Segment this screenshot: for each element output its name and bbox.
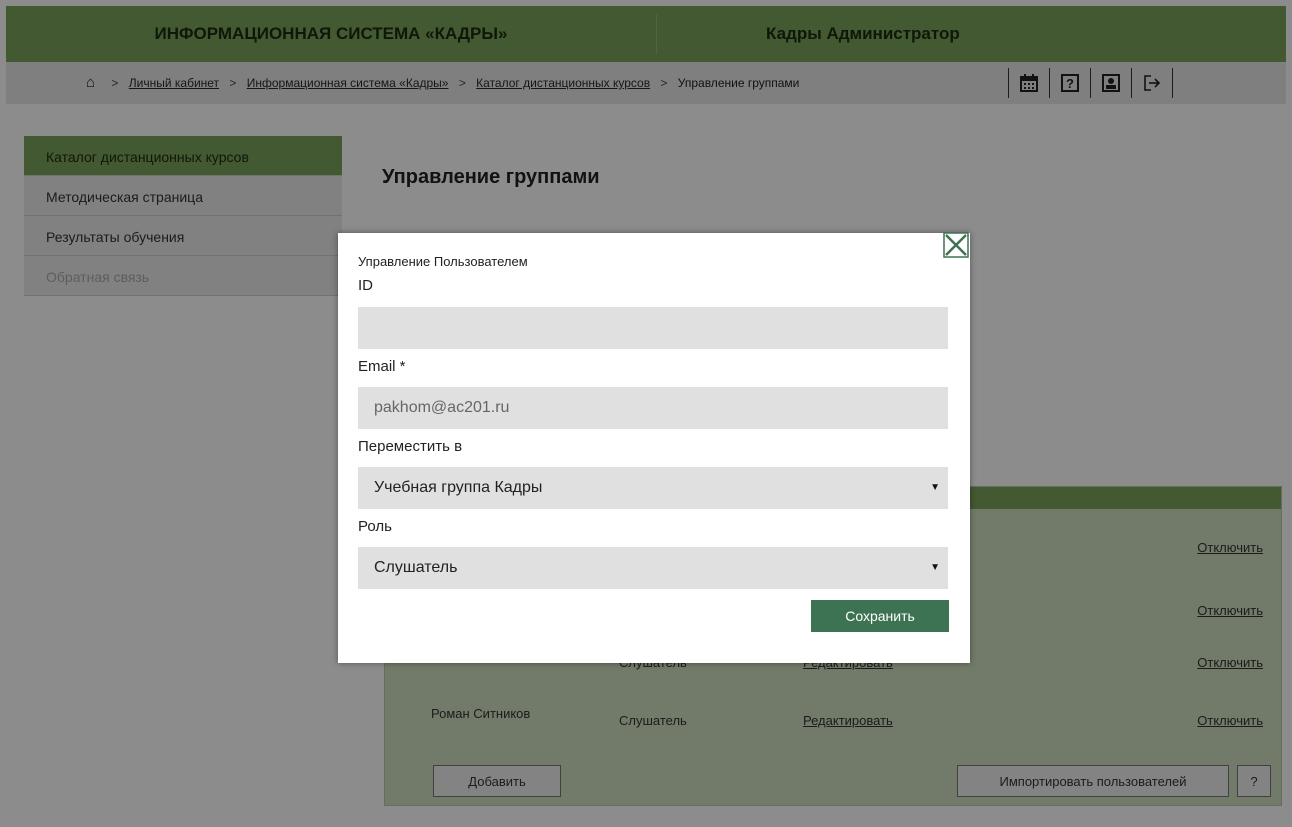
move-to-select[interactable]: Учебная группа Кадры ▼	[358, 467, 948, 509]
save-button[interactable]: Сохранить	[811, 600, 949, 632]
id-field[interactable]	[358, 307, 948, 349]
move-to-label: Переместить в	[358, 438, 463, 455]
dropdown-arrow-icon: ▼	[930, 482, 940, 493]
move-to-value: Учебная группа Кадры	[374, 479, 543, 496]
dropdown-arrow-icon: ▼	[930, 562, 940, 573]
role-label: Роль	[358, 518, 392, 535]
user-management-modal: Управление Пользователем ID Email * Пере…	[338, 231, 970, 663]
modal-title: Управление Пользователем	[358, 254, 528, 269]
role-select[interactable]: Слушатель ▼	[358, 547, 948, 589]
email-field[interactable]	[358, 387, 948, 429]
role-value: Слушатель	[374, 559, 458, 576]
email-label: Email *	[358, 358, 406, 375]
close-icon[interactable]	[942, 231, 970, 259]
id-label: ID	[358, 277, 373, 294]
